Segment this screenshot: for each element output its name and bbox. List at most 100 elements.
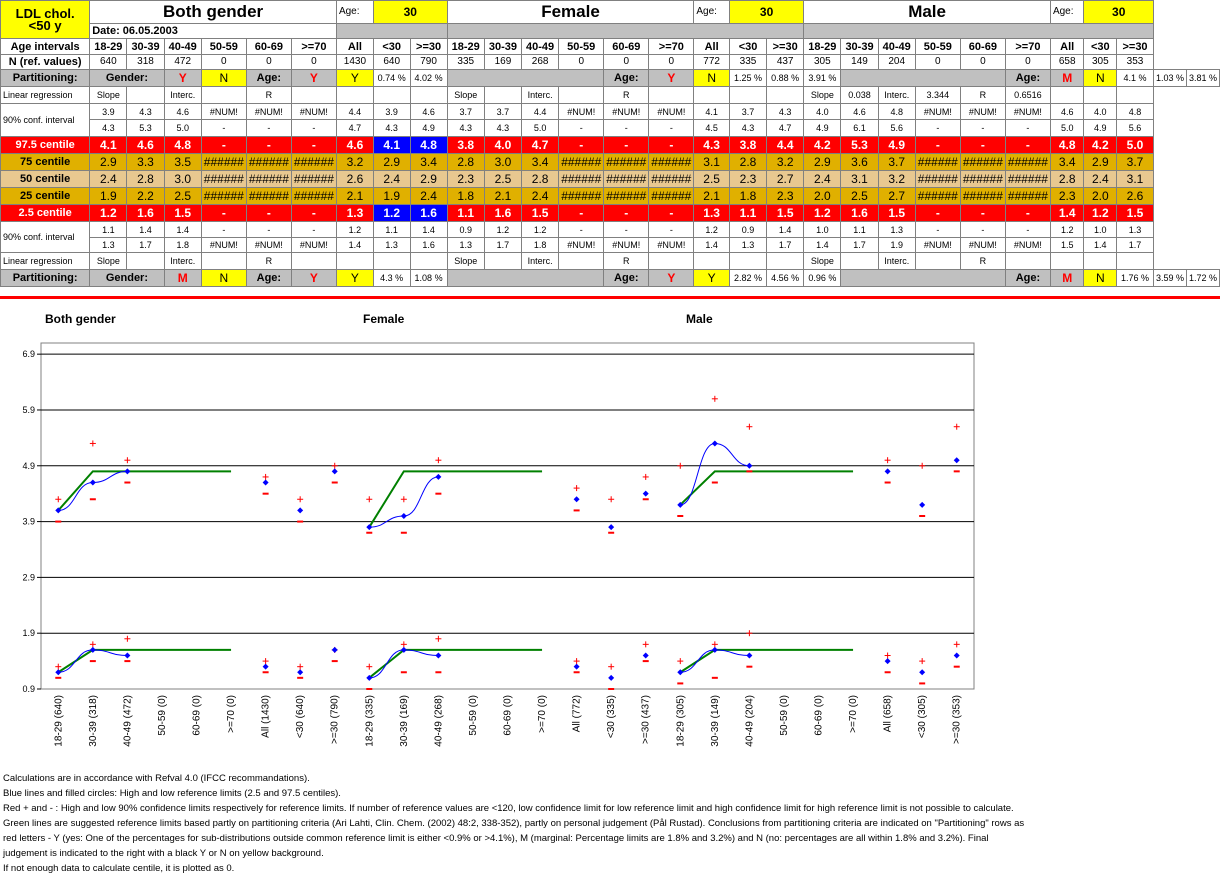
centile-value: - [200,204,247,222]
table-cell: 1.8 [163,237,202,253]
table-cell: Slope [803,86,842,104]
centile-value: 4.6 [126,136,165,154]
blank [840,69,1006,87]
table-cell: 5.0 [163,119,202,137]
centile-point [711,440,718,447]
table-cell: 1.0 [1083,221,1118,238]
centile-value: 1.8 [446,187,485,205]
centile-point [746,462,753,469]
partition-flag: Y [290,69,337,87]
table-cell: Interc. [521,252,560,270]
centile-value: 3.8 [728,136,768,154]
n-value: 658 [1049,54,1085,70]
table-row: 50 centile 2.4 2.8 3.0 ###### ###### ###### 2.6… [0,170,1220,188]
row-label: Partitioning: [0,269,91,287]
row-label: Partitioning: [0,69,91,87]
x-tick-label: <30 (335) [606,695,617,738]
centile-point [262,479,269,486]
gender-label: Gender: [89,69,165,87]
table-row: Partitioning: Gender: Y N Age: Y Y 0.74 % 4.02 %… [0,69,1220,87]
row-label: Age intervals [0,38,91,55]
column-header: >=70 [1004,38,1051,55]
n-value: 790 [409,54,448,70]
centile-value: ###### [558,187,605,205]
centile-value: ###### [245,170,292,188]
table-cell [409,86,448,104]
row-label: N (ref. values) [0,54,91,70]
centile-value: ###### [959,153,1006,171]
table-cell: 0.038 [840,86,879,104]
table-cell: - [959,119,1006,137]
centile-value: 2.5 [483,170,523,188]
centile-value: 2.0 [1083,187,1118,205]
table-row: 90% conf. interval 1.1 1.4 1.4- - -1.2 1.1 1.4 0… [0,221,1220,253]
centile-value: 2.3 [728,170,768,188]
table-cell: 5.3 [126,119,165,137]
table-cell: 1.0 [803,221,842,238]
table-cell: - [558,119,605,137]
centile-point [608,674,615,681]
table-cell [766,252,805,270]
centile-value: 4.7 [521,136,560,154]
x-tick-label: 18-29 (305) [675,695,686,747]
blank [446,23,805,39]
table-row: Date: 06.05.2003 [1,23,1220,39]
n-value: 0 [914,54,961,70]
blank [446,69,605,87]
centile-point [608,524,615,531]
table-cell: #NUM! [200,103,247,120]
percentage: 1.08 % [409,269,448,287]
centile-value: 2.9 [372,153,411,171]
percentage: 0.74 % [372,69,411,87]
table-cell: - [290,119,337,137]
centile-value: - [290,136,337,154]
table-row: 90% conf. interval 3.9 4.3 4.6 #NUM! #NUM! #NU… [0,103,1220,137]
table-cell: 5.0 [1049,119,1085,137]
centile-value: ###### [1004,153,1051,171]
age-part-label: Age: [603,269,650,287]
centile-value: ###### [558,153,605,171]
table-cell: 4.3 [728,119,768,137]
centile-value: 2.9 [803,153,842,171]
centile-value: 3.0 [163,170,202,188]
table-cell: 1.2 [335,221,374,238]
y-tick-label: 6.9 [22,349,35,359]
table-cell [335,86,374,104]
table-cell: #NUM! [290,103,337,120]
centile-value: 3.5 [163,153,202,171]
centile-value: 2.7 [766,170,805,188]
table-cell: 1.7 [1116,237,1154,253]
table-cell: #NUM! [200,237,247,253]
column-header: 50-59 [914,38,961,55]
table-cell: #NUM! [914,103,961,120]
n-value: 772 [693,54,730,70]
table-cell [1049,86,1085,104]
age-label: Age: [1049,0,1085,24]
percentage: 1.03 % [1152,69,1187,87]
centile-point [884,658,891,665]
centile-value: ###### [959,170,1006,188]
x-tick-label: All (658) [883,695,894,732]
suggested-limit-line [679,470,854,506]
age-part-label: Age: [245,269,292,287]
centile-value: ###### [558,170,605,188]
centile-label: 25 centile [0,187,91,205]
table-cell: 4.0 [1083,103,1118,120]
centile-value: ###### [603,170,650,188]
centile-value: 1.5 [163,204,202,222]
x-tick-label: >=70 (0) [226,695,237,733]
table-cell: - [558,221,605,238]
table-cell: 3.7 [446,103,485,120]
centile-value: 4.8 [1049,136,1085,154]
partition-flag: Y [648,69,695,87]
x-tick-label: 60-69 (0) [814,695,825,736]
n-value: 149 [840,54,879,70]
table-cell: 4.7 [335,119,374,137]
partition-judgement: Y [693,269,730,287]
table-cell: 4.0 [803,103,842,120]
table-cell: - [200,221,247,238]
n-value: 335 [728,54,768,70]
table-cell: R [603,86,650,104]
centile-value: ###### [914,153,961,171]
centile-value: - [245,136,292,154]
